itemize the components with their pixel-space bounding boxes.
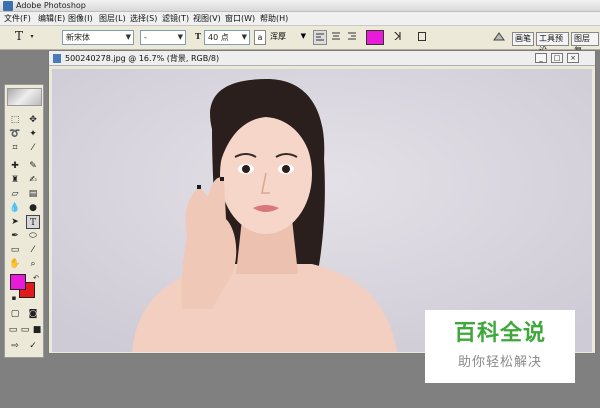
brush-tool-icon[interactable]: ✎ [26,159,40,173]
pen-tool-icon[interactable]: ✒ [8,229,22,243]
options-bar: T ▾ 新宋体 ▼ - ▼ T 40 点 ▼ a 浑厚 ▼ ꓘ 画笔 工具预设 … [0,26,600,55]
chevron-down-icon: ▼ [300,32,306,40]
menu-select[interactable]: 选择(S) [130,13,157,25]
document-title: 500240278.jpg @ 16.7% (背景, RGB/8) [65,54,220,63]
blur-tool-icon[interactable]: 💧 [8,201,22,215]
palette-toggle-icon[interactable] [416,30,428,45]
antialias-icon: a [254,30,266,45]
clone-stamp-tool-icon[interactable]: ♜ [8,173,22,187]
menu-edit[interactable]: 编辑(E) [38,13,65,25]
document-window: 500240278.jpg @ 16.7% (背景, RGB/8) _ □ × [48,50,596,354]
eyedropper-tool-icon[interactable]: ⁄ [26,243,40,257]
feather-logo-icon [7,88,42,106]
close-button[interactable]: × [567,53,579,63]
notes-tool-icon[interactable]: ▭ [8,243,22,257]
align-left-icon[interactable] [313,30,327,45]
menu-bar: 文件(F) 编辑(E) 图像(I) 图层(L) 选择(S) 滤镜(T) 视图(V… [0,12,600,26]
palette-tab-layer-comps[interactable]: 图层复 [571,32,599,55]
font-size-select[interactable]: 40 点 ▼ [204,30,250,45]
menu-image[interactable]: 图像(I) [68,13,93,25]
antialias-select[interactable]: 浑厚 ▼ [268,30,308,45]
minimize-button[interactable]: _ [535,53,547,63]
watermark-subtitle: 助你轻松解决 [457,355,542,370]
eraser-tool-icon[interactable]: ▱ [8,187,22,201]
antialias-value: 浑厚 [270,32,286,41]
font-style-value: - [144,33,147,42]
watermark-badge: 百科全说 助你轻松解决 [425,310,575,383]
warp-text-icon[interactable]: ꓘ [391,30,405,45]
document-icon [53,54,61,63]
healing-brush-tool-icon[interactable]: ✚ [8,159,22,173]
menu-window[interactable]: 窗口(W) [225,13,255,25]
font-size-value: 40 点 [208,33,229,42]
zoom-tool-icon[interactable]: ⌕ [26,257,40,271]
path-selection-tool-icon[interactable]: ➤ [8,215,22,229]
screen-mode-full-icon[interactable]: ■ [30,323,44,337]
align-right-icon[interactable] [345,30,359,45]
text-tool-icon[interactable]: T [10,30,28,45]
palette-tab-tool-presets[interactable]: 工具预设 [536,32,569,55]
maximize-button[interactable]: □ [551,53,563,63]
chevron-down-icon[interactable]: ▾ [28,30,36,45]
menu-view[interactable]: 视图(V) [193,13,221,25]
app-title: Adobe Photoshop [16,1,86,10]
font-style-select[interactable]: - ▼ [140,30,186,45]
slice-tool-icon[interactable]: ⁄ [26,141,40,155]
menu-layer[interactable]: 图层(L) [99,13,126,25]
marquee-tool-icon[interactable]: ⬚ [8,113,22,127]
palette-tab-brushes[interactable]: 画笔 [512,32,534,46]
crop-tool-icon[interactable]: ⌗ [8,141,22,155]
align-center-icon[interactable] [329,30,343,45]
history-brush-tool-icon[interactable]: ✍ [26,173,40,187]
palette-well-icon[interactable] [492,30,506,45]
chevron-down-icon: ▼ [125,33,131,41]
menu-filter[interactable]: 滤镜(T) [162,13,189,25]
document-titlebar[interactable]: 500240278.jpg @ 16.7% (背景, RGB/8) _ □ × [49,51,595,66]
text-color-swatch[interactable] [366,30,384,45]
default-colors-icon[interactable]: ▪ [7,291,21,305]
chevron-down-icon: ▼ [241,33,247,41]
lasso-tool-icon[interactable]: ➰ [8,127,22,141]
dodge-tool-icon[interactable]: ● [26,201,40,215]
font-family-value: 新宋体 [66,33,90,42]
font-family-select[interactable]: 新宋体 ▼ [62,30,134,45]
font-size-icon: T [195,31,201,41]
swap-colors-icon[interactable]: ↶ [29,271,43,285]
menu-file[interactable]: 文件(F) [4,13,31,25]
watermark-title: 百科全说 [453,321,546,346]
hand-tool-icon[interactable]: ✋ [8,257,22,271]
chevron-down-icon: ▼ [177,33,183,41]
menu-help[interactable]: 帮助(H) [260,13,288,25]
move-tool-icon[interactable]: ✥ [26,113,40,127]
foreground-color-swatch[interactable] [10,274,26,290]
quick-mask-mode-icon[interactable]: ◙ [26,307,40,321]
photoshop-logo-icon [3,1,13,11]
magic-wand-tool-icon[interactable]: ✦ [26,127,40,141]
imageready-icon[interactable]: ✓ [26,339,40,353]
shape-tool-icon[interactable]: ⬭ [26,229,40,243]
standard-mode-icon[interactable]: ▢ [8,307,22,321]
app-titlebar: Adobe Photoshop [0,0,600,12]
type-tool-icon[interactable]: T [26,215,40,229]
jump-to-imageready-icon[interactable]: ⇨ [8,339,22,353]
toolbox: ⬚ ✥ ➰ ✦ ⌗ ⁄ ✚ ✎ ♜ ✍ ▱ ▤ 💧 ● ➤ T ✒ ⬭ ▭ ⁄ … [4,84,44,358]
gradient-tool-icon[interactable]: ▤ [26,187,40,201]
